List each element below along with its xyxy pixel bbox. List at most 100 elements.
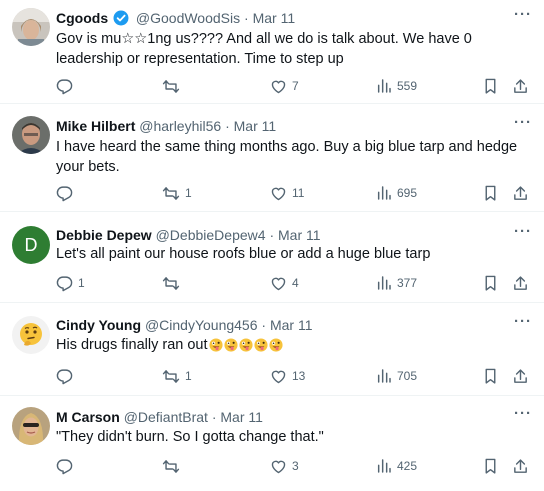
tweet[interactable]: Mike Hilbert @harleyhil56 · Mar 11 ··· I… bbox=[0, 104, 544, 212]
views-button[interactable]: 705 bbox=[376, 366, 417, 386]
reply-icon bbox=[56, 368, 73, 384]
share-icon bbox=[514, 458, 527, 473]
tweet-text: Let's all paint our house roofs blue or … bbox=[56, 246, 431, 262]
heart-icon bbox=[271, 460, 286, 473]
display-name[interactable]: Mike Hilbert bbox=[56, 118, 135, 134]
timestamp[interactable]: · Mar 11 bbox=[269, 227, 320, 243]
avatar[interactable] bbox=[12, 316, 50, 354]
share-button[interactable] bbox=[512, 273, 529, 293]
tweet[interactable]: Cgoods @GoodWoodSis · Mar 11 ··· Gov is … bbox=[0, 0, 544, 104]
views-icon bbox=[377, 459, 391, 473]
views-button[interactable]: 377 bbox=[376, 273, 417, 293]
more-options-button[interactable]: ··· bbox=[514, 405, 532, 422]
reply-icon bbox=[56, 275, 73, 291]
bookmark-icon bbox=[485, 185, 496, 201]
emoji-group bbox=[208, 338, 283, 352]
reply-button[interactable] bbox=[56, 76, 78, 96]
reply-button[interactable]: 1 bbox=[56, 273, 85, 293]
more-options-button[interactable]: ··· bbox=[514, 114, 532, 131]
like-count: 11 bbox=[292, 186, 305, 200]
tweet-text: His drugs finally ran out bbox=[56, 337, 208, 353]
bookmark-button[interactable] bbox=[483, 273, 498, 293]
view-count: 559 bbox=[397, 79, 418, 93]
repost-button[interactable] bbox=[162, 456, 185, 476]
repost-button[interactable]: 1 bbox=[162, 183, 192, 203]
verified-badge-icon bbox=[113, 10, 129, 26]
action-bar: 1 4 377 bbox=[0, 273, 544, 293]
view-count: 377 bbox=[397, 276, 418, 290]
heart-icon bbox=[271, 187, 286, 200]
handle[interactable]: @DebbieDepew4 bbox=[156, 227, 266, 243]
like-button[interactable]: 7 bbox=[270, 76, 299, 96]
like-count: 7 bbox=[292, 79, 299, 93]
share-button[interactable] bbox=[512, 366, 529, 386]
avatar[interactable]: D bbox=[12, 226, 50, 264]
bookmark-button[interactable] bbox=[483, 183, 498, 203]
handle[interactable]: @CindyYoung456 bbox=[145, 317, 258, 333]
like-button[interactable]: 13 bbox=[270, 366, 305, 386]
tweet[interactable]: Cindy Young @CindyYoung456 · Mar 11 ··· … bbox=[0, 303, 544, 396]
like-button[interactable]: 4 bbox=[270, 273, 299, 293]
bookmark-button[interactable] bbox=[483, 456, 498, 476]
tweet[interactable]: D Debbie Depew @DebbieDepew4 · Mar 11 ··… bbox=[0, 212, 544, 303]
repost-button[interactable] bbox=[162, 273, 185, 293]
like-count: 13 bbox=[292, 369, 306, 383]
heart-icon bbox=[271, 277, 286, 290]
share-icon bbox=[514, 185, 527, 200]
timestamp[interactable]: · Mar 11 bbox=[244, 10, 295, 26]
views-button[interactable]: 695 bbox=[376, 183, 417, 203]
timestamp[interactable]: · Mar 11 bbox=[261, 317, 312, 333]
handle[interactable]: @GoodWoodSis bbox=[136, 10, 240, 26]
tweet[interactable]: M Carson @DefiantBrat · Mar 11 ··· "They… bbox=[0, 396, 544, 491]
views-icon bbox=[377, 276, 391, 290]
bookmark-icon bbox=[485, 275, 496, 291]
like-button[interactable]: 11 bbox=[270, 183, 304, 203]
timestamp[interactable]: · Mar 11 bbox=[212, 409, 263, 425]
display-name[interactable]: M Carson bbox=[56, 409, 120, 425]
views-button[interactable]: 559 bbox=[376, 76, 417, 96]
zany-face-icon bbox=[268, 338, 283, 352]
avatar[interactable] bbox=[12, 407, 50, 445]
timestamp[interactable]: · Mar 11 bbox=[225, 118, 276, 134]
reply-feed: Cgoods @GoodWoodSis · Mar 11 ··· Gov is … bbox=[0, 0, 544, 491]
share-button[interactable] bbox=[512, 456, 529, 476]
reply-button[interactable] bbox=[56, 456, 78, 476]
like-count: 3 bbox=[292, 459, 299, 473]
view-count: 705 bbox=[397, 369, 418, 383]
action-bar: 1 13 705 bbox=[0, 366, 544, 386]
repost-icon bbox=[162, 186, 180, 200]
more-options-button[interactable]: ··· bbox=[514, 223, 532, 240]
repost-button[interactable]: 1 bbox=[162, 366, 192, 386]
bookmark-icon bbox=[485, 78, 496, 94]
display-name[interactable]: Cgoods bbox=[56, 10, 108, 26]
more-options-button[interactable]: ··· bbox=[514, 313, 532, 330]
thinking-face-icon bbox=[12, 316, 50, 354]
display-name[interactable]: Cindy Young bbox=[56, 317, 141, 333]
like-button[interactable]: 3 bbox=[270, 456, 299, 476]
tweet-body: His drugs finally ran out bbox=[56, 335, 530, 355]
view-count: 695 bbox=[397, 186, 418, 200]
bookmark-button[interactable] bbox=[483, 366, 498, 386]
share-icon bbox=[514, 78, 527, 93]
reply-button[interactable] bbox=[56, 183, 78, 203]
display-name[interactable]: Debbie Depew bbox=[56, 227, 152, 243]
avatar-letter: D bbox=[24, 234, 38, 255]
bookmark-button[interactable] bbox=[483, 76, 498, 96]
share-button[interactable] bbox=[512, 76, 529, 96]
reply-icon bbox=[56, 458, 73, 474]
zany-face-icon bbox=[223, 338, 238, 352]
repost-icon bbox=[162, 79, 180, 93]
avatar[interactable] bbox=[12, 8, 50, 46]
tweet-text: Gov is mu☆☆1ng us???? And all we do is t… bbox=[56, 31, 472, 67]
views-button[interactable]: 425 bbox=[376, 456, 417, 476]
handle[interactable]: @DefiantBrat bbox=[124, 409, 208, 425]
more-options-button[interactable]: ··· bbox=[514, 6, 532, 23]
share-button[interactable] bbox=[512, 183, 529, 203]
action-bar: 3 425 bbox=[0, 456, 544, 476]
reply-button[interactable] bbox=[56, 366, 78, 386]
action-bar: 1 11 695 bbox=[0, 183, 544, 203]
repost-button[interactable] bbox=[162, 76, 185, 96]
handle[interactable]: @harleyhil56 bbox=[139, 118, 221, 134]
avatar[interactable] bbox=[12, 116, 50, 154]
reply-icon bbox=[56, 185, 73, 201]
